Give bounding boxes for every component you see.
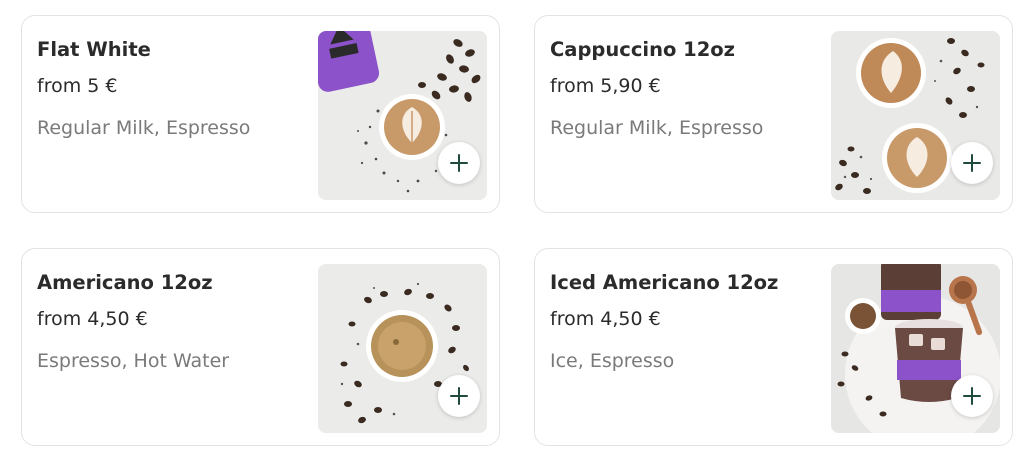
- item-description: Regular Milk, Espresso: [37, 117, 251, 139]
- item-description: Espresso, Hot Water: [37, 350, 230, 372]
- add-to-cart-button[interactable]: [438, 142, 480, 184]
- item-price: from 4,50 €: [37, 308, 148, 330]
- item-price: from 4,50 €: [550, 308, 661, 330]
- item-name: Americano 12oz: [37, 271, 213, 294]
- menu-grid: Flat White from 5 € Regular Milk, Espres…: [0, 0, 1024, 462]
- menu-card-flat-white[interactable]: Flat White from 5 € Regular Milk, Espres…: [21, 15, 500, 213]
- menu-card-americano[interactable]: Americano 12oz from 4,50 € Espresso, Hot…: [21, 248, 500, 446]
- plus-icon: [450, 387, 468, 405]
- add-to-cart-button[interactable]: [951, 142, 993, 184]
- item-price: from 5,90 €: [550, 75, 661, 97]
- menu-card-iced-americano[interactable]: Iced Americano 12oz from 4,50 € Ice, Esp…: [534, 248, 1013, 446]
- item-name: Cappuccino 12oz: [550, 38, 736, 61]
- item-name: Iced Americano 12oz: [550, 271, 779, 294]
- item-description: Ice, Espresso: [550, 350, 675, 372]
- item-description: Regular Milk, Espresso: [550, 117, 764, 139]
- menu-card-cappuccino[interactable]: Cappuccino 12oz from 5,90 € Regular Milk…: [534, 15, 1013, 213]
- plus-icon: [963, 154, 981, 172]
- item-name: Flat White: [37, 38, 151, 61]
- plus-icon: [963, 387, 981, 405]
- item-price: from 5 €: [37, 75, 118, 97]
- add-to-cart-button[interactable]: [951, 375, 993, 417]
- add-to-cart-button[interactable]: [438, 375, 480, 417]
- plus-icon: [450, 154, 468, 172]
